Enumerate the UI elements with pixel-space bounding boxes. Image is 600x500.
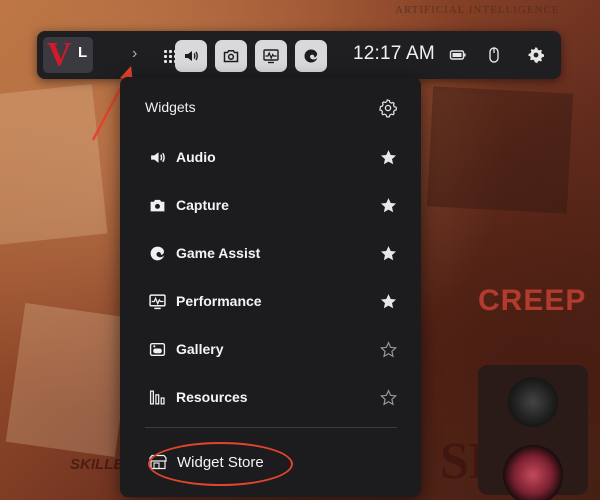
poster-shape (0, 84, 108, 246)
speaker-icon (148, 148, 166, 166)
monitor-graph-icon (148, 292, 166, 310)
capture-widget-button[interactable] (215, 40, 247, 72)
widget-item-capture[interactable]: Capture (120, 181, 421, 229)
audio-widget-button[interactable] (175, 40, 207, 72)
game-assist-widget-button[interactable] (295, 40, 327, 72)
widget-item-label: Capture (176, 197, 229, 213)
background-poster-text: ARTIFICIAL INTELLIGENCE (395, 4, 560, 16)
widget-item-label: Audio (176, 149, 216, 165)
resources-bars-icon (148, 388, 166, 406)
monitor-graph-icon (263, 49, 279, 64)
widget-item-label: Game Assist (176, 245, 261, 261)
star-outline-icon[interactable] (380, 388, 397, 406)
star-filled-icon[interactable] (380, 293, 397, 310)
poster-shape (5, 303, 135, 457)
widget-item-audio[interactable]: Audio (120, 133, 421, 181)
gallery-controller-icon (148, 340, 166, 358)
settings-gear-icon[interactable] (526, 45, 546, 65)
widget-item-gallery[interactable]: Gallery (120, 325, 421, 373)
widget-item-label: Resources (176, 389, 248, 405)
performance-widget-button[interactable] (255, 40, 287, 72)
game-bar: V L › 12:17 AM (37, 31, 561, 79)
chevron-right-icon[interactable]: › (132, 45, 137, 63)
star-outline-icon[interactable] (380, 340, 397, 358)
star-filled-icon[interactable] (380, 149, 397, 166)
star-filled-icon[interactable] (380, 197, 397, 214)
game-thumb-letter: V (47, 37, 72, 73)
widget-item-resources[interactable]: Resources (120, 373, 421, 421)
widget-item-game-assist[interactable]: Game Assist (120, 229, 421, 277)
speaker-icon (185, 51, 198, 61)
camera-icon (223, 49, 239, 63)
star-filled-icon[interactable] (380, 245, 397, 262)
widgets-menu: Widgets Audio Capture Game Assist Perfor… (120, 77, 421, 497)
edge-icon (148, 244, 166, 262)
menu-divider (145, 427, 397, 428)
speaker-cone (508, 377, 558, 427)
background-speaker (478, 365, 588, 500)
annotation-circle (148, 442, 293, 486)
game-thumbnail[interactable]: V L (43, 37, 93, 73)
edge-icon (304, 49, 318, 63)
battery-icon[interactable] (448, 45, 468, 65)
mouse-icon[interactable] (484, 45, 504, 65)
background-logo-text: SKILLE (70, 456, 124, 473)
panel-title: Widgets (145, 99, 196, 115)
background-creep-text: CREEP (478, 284, 587, 317)
widget-item-label: Performance (176, 293, 262, 309)
speaker-cone (503, 445, 563, 500)
panel-settings-gear-icon[interactable] (378, 98, 398, 118)
game-thumb-letter: L (78, 44, 88, 61)
widget-item-label: Gallery (176, 341, 224, 357)
poster-shape (426, 86, 574, 214)
widget-item-performance[interactable]: Performance (120, 277, 421, 325)
clock: 12:17 AM (353, 43, 435, 64)
camera-icon (148, 196, 166, 214)
